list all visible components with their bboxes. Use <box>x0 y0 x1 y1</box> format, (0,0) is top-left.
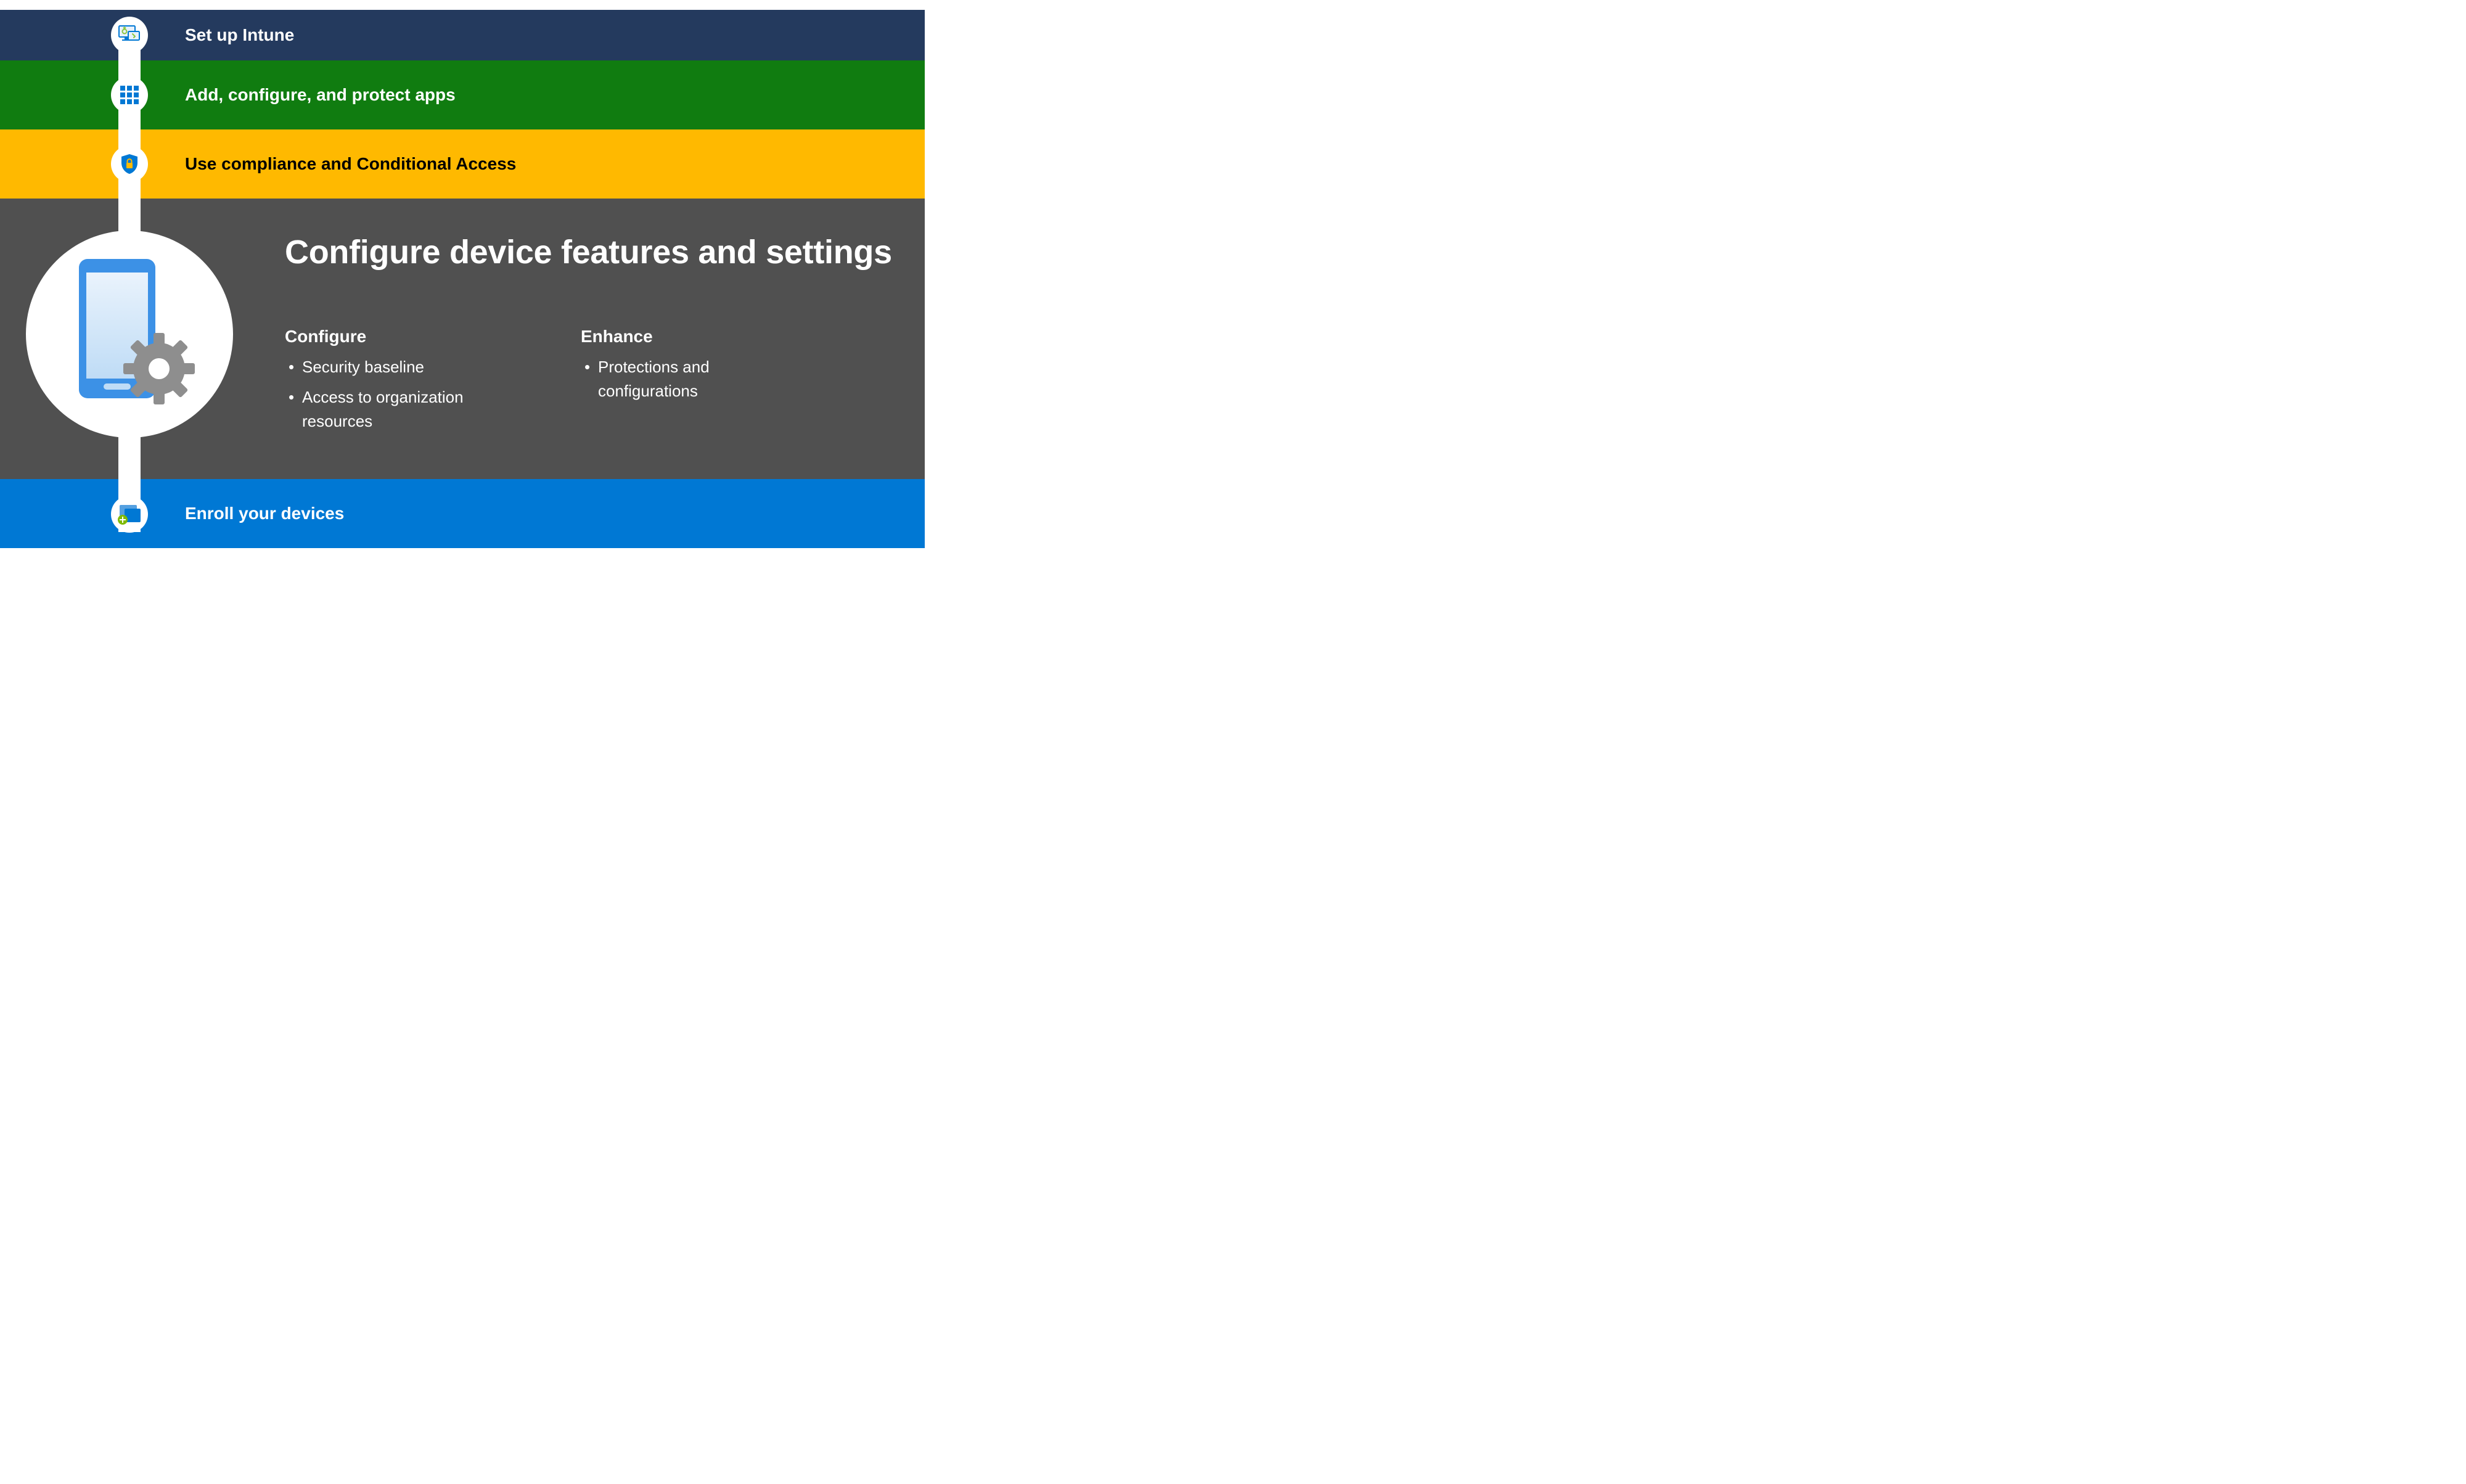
enroll-devices-icon <box>117 504 142 525</box>
list-item: Protections and configurations <box>581 355 803 403</box>
apps-grid-icon <box>120 86 139 104</box>
column-heading: Configure <box>285 327 507 346</box>
intune-setup-diagram: Set up Intune Add, configure, and protec… <box>0 0 925 557</box>
step-label: Enroll your devices <box>185 504 344 523</box>
monitor-icon <box>118 25 141 45</box>
column-configure: Configure Security baseline Access to or… <box>285 327 507 440</box>
main-step-columns: Configure Security baseline Access to or… <box>285 327 803 440</box>
main-step-title: Configure device features and settings <box>285 233 892 273</box>
list-item: Security baseline <box>285 355 507 379</box>
device-gear-icon <box>55 254 203 414</box>
column-list: Protections and configurations <box>581 355 803 403</box>
step-node-add-apps <box>111 76 148 113</box>
step-label: Add, configure, and protect apps <box>185 85 456 105</box>
column-heading: Enhance <box>581 327 803 346</box>
step-node-enroll-devices <box>111 496 148 533</box>
list-item: Access to organization resources <box>285 385 507 433</box>
step-node-compliance <box>111 146 148 182</box>
step-label: Use compliance and Conditional Access <box>185 154 516 174</box>
step-node-configure-device <box>26 231 233 438</box>
step-node-setup-intune <box>111 17 148 54</box>
shield-lock-icon <box>120 154 139 174</box>
column-enhance: Enhance Protections and configurations <box>581 327 803 440</box>
step-label: Set up Intune <box>185 25 294 45</box>
column-list: Security baseline Access to organization… <box>285 355 507 433</box>
